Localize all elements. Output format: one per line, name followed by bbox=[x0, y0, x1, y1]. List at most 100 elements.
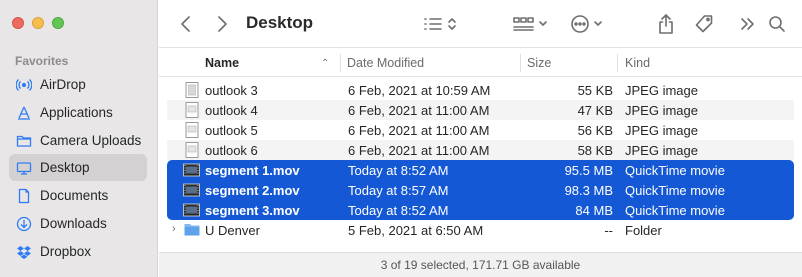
action-button[interactable] bbox=[568, 10, 608, 38]
window-controls bbox=[12, 17, 64, 29]
chevron-left-icon bbox=[181, 16, 190, 32]
file-size: 98.3 MB bbox=[564, 183, 613, 198]
file-kind: QuickTime movie bbox=[625, 163, 725, 178]
file-name: outlook 5 bbox=[205, 123, 258, 138]
movie-file-icon bbox=[183, 162, 200, 178]
applications-icon bbox=[16, 105, 32, 121]
file-size: 58 KB bbox=[577, 143, 613, 158]
file-size: 56 KB bbox=[577, 123, 613, 138]
desktop-icon bbox=[16, 160, 32, 176]
sidebar-heading-favorites: Favorites bbox=[15, 54, 69, 68]
toolbar: Desktop bbox=[159, 0, 802, 48]
view-options-button[interactable] bbox=[421, 10, 461, 38]
window-title: Desktop bbox=[246, 13, 314, 32]
file-size: 55 KB bbox=[577, 83, 613, 98]
file-kind: JPEG image bbox=[625, 83, 698, 98]
list-view-icon bbox=[424, 18, 456, 30]
sidebar-item-dropbox[interactable]: Dropbox bbox=[9, 238, 147, 265]
grid-icon bbox=[513, 17, 547, 31]
file-size: 84 MB bbox=[575, 203, 613, 218]
file-name: segment 1.mov bbox=[205, 163, 300, 178]
sidebar-item-applications[interactable]: Applications bbox=[9, 99, 147, 126]
file-list: outlook 3 6 Feb, 2021 at 10:59 AM 55 KB … bbox=[167, 80, 794, 240]
table-row[interactable]: outlook 5 6 Feb, 2021 at 11:00 AM 56 KB … bbox=[167, 120, 794, 140]
share-button[interactable] bbox=[654, 10, 678, 38]
file-date: Today at 8:52 AM bbox=[348, 163, 449, 178]
zoom-button[interactable] bbox=[52, 17, 64, 29]
downloads-icon bbox=[16, 216, 32, 232]
chevron-right-icon bbox=[218, 16, 227, 32]
sidebar-item-label: Desktop bbox=[40, 160, 90, 175]
finder-window: Favorites AirDrop Applications Camera Up… bbox=[0, 0, 802, 277]
file-date: 5 Feb, 2021 at 6:50 AM bbox=[348, 223, 484, 238]
forward-button[interactable] bbox=[211, 10, 233, 38]
table-row[interactable]: outlook 4 6 Feb, 2021 at 11:00 AM 47 KB … bbox=[167, 100, 794, 120]
tag-icon bbox=[695, 15, 713, 33]
column-size-header[interactable]: Size bbox=[527, 56, 551, 70]
back-button[interactable] bbox=[175, 10, 197, 38]
folder-icon bbox=[184, 222, 200, 238]
sidebar-item-documents[interactable]: Documents bbox=[9, 182, 147, 209]
table-row[interactable]: outlook 6 6 Feb, 2021 at 11:00 AM 58 KB … bbox=[167, 140, 794, 160]
file-name: segment 3.mov bbox=[205, 203, 300, 218]
column-date-header[interactable]: Date Modified bbox=[347, 56, 424, 70]
file-date: Today at 8:57 AM bbox=[348, 183, 449, 198]
sidebar-item-label: Applications bbox=[40, 105, 113, 120]
sidebar-item-label: Camera Uploads bbox=[40, 133, 142, 148]
file-size: 95.5 MB bbox=[564, 163, 613, 178]
tags-button[interactable] bbox=[692, 10, 716, 38]
file-kind: JPEG image bbox=[625, 123, 698, 138]
search-button[interactable] bbox=[766, 10, 788, 38]
file-date: Today at 8:52 AM bbox=[348, 203, 449, 218]
file-name: U Denver bbox=[205, 223, 260, 238]
table-row[interactable]: › U Denver 5 Feb, 2021 at 6:50 AM -- Fol… bbox=[167, 220, 794, 240]
file-date: 6 Feb, 2021 at 11:00 AM bbox=[348, 103, 490, 118]
sidebar-item-label: AirDrop bbox=[40, 77, 86, 92]
table-row-selected[interactable]: segment 3.mov Today at 8:52 AM 84 MB Qui… bbox=[167, 200, 794, 220]
disclosure-triangle-icon[interactable]: › bbox=[172, 223, 176, 235]
column-divider[interactable] bbox=[340, 54, 341, 72]
file-size: 47 KB bbox=[577, 103, 613, 118]
movie-file-icon bbox=[183, 182, 200, 198]
table-row-selected[interactable]: segment 1.mov Today at 8:52 AM 95.5 MB Q… bbox=[167, 160, 794, 180]
file-kind: Folder bbox=[625, 223, 662, 238]
dropbox-icon bbox=[16, 244, 32, 260]
table-row[interactable]: outlook 3 6 Feb, 2021 at 10:59 AM 55 KB … bbox=[167, 80, 794, 100]
table-row-selected[interactable]: segment 2.mov Today at 8:57 AM 98.3 MB Q… bbox=[167, 180, 794, 200]
column-divider[interactable] bbox=[617, 54, 618, 72]
sidebar-item-desktop[interactable]: Desktop bbox=[9, 154, 147, 181]
file-date: 6 Feb, 2021 at 10:59 AM bbox=[348, 83, 491, 98]
column-kind-header[interactable]: Kind bbox=[625, 56, 650, 70]
file-name: outlook 4 bbox=[205, 103, 258, 118]
folder-icon bbox=[16, 133, 32, 149]
airdrop-icon bbox=[16, 77, 32, 93]
more-toolbar-button[interactable] bbox=[737, 10, 759, 38]
movie-file-icon bbox=[183, 202, 200, 218]
image-file-icon bbox=[185, 102, 199, 118]
sidebar-item-camera-uploads[interactable]: Camera Uploads bbox=[9, 127, 147, 154]
sidebar: Favorites AirDrop Applications Camera Up… bbox=[0, 0, 158, 277]
close-button[interactable] bbox=[12, 17, 24, 29]
sidebar-item-label: Downloads bbox=[40, 216, 107, 231]
more-icon bbox=[571, 15, 602, 33]
file-name: outlook 6 bbox=[205, 143, 258, 158]
group-button[interactable] bbox=[511, 10, 551, 38]
minimize-button[interactable] bbox=[32, 17, 44, 29]
file-size: -- bbox=[604, 223, 613, 238]
sidebar-item-label: Dropbox bbox=[40, 244, 92, 259]
file-name: segment 2.mov bbox=[205, 183, 300, 198]
sidebar-item-downloads[interactable]: Downloads bbox=[9, 210, 147, 237]
file-date: 6 Feb, 2021 at 11:00 AM bbox=[348, 143, 490, 158]
chevron-double-right-icon bbox=[741, 18, 754, 30]
image-file-icon bbox=[185, 82, 199, 98]
column-name-header[interactable]: Name bbox=[205, 56, 239, 70]
file-date: 6 Feb, 2021 at 11:00 AM bbox=[348, 123, 490, 138]
sort-ascending-icon: ⌃ bbox=[321, 58, 330, 69]
document-icon bbox=[16, 188, 32, 204]
sidebar-item-airdrop[interactable]: AirDrop bbox=[9, 71, 147, 98]
column-divider[interactable] bbox=[520, 54, 521, 72]
status-bar: 3 of 19 selected, 171.71 GB available bbox=[159, 252, 802, 277]
image-file-icon bbox=[185, 122, 199, 138]
column-header: Name ⌃ Date Modified Size Kind bbox=[159, 49, 802, 77]
file-kind: JPEG image bbox=[625, 103, 698, 118]
